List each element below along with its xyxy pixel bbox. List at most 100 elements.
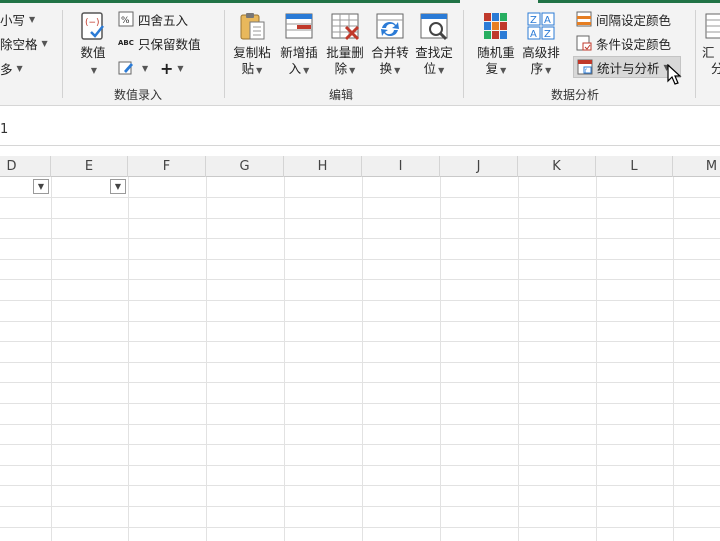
batch-delete-icon [329,10,361,42]
chevron-down-icon: ▼ [349,66,356,75]
random-repeat-button[interactable]: 随机重 复 ▼ [474,10,518,84]
advanced-sort-label: 高级排 [522,45,560,60]
find-locate-label: 查找定 [415,45,453,60]
find-locate-icon [418,10,450,42]
svg-text:(−): (−) [85,18,100,28]
insert-button[interactable]: 新增插 入 ▼ [277,10,321,84]
column-gridline [518,177,519,541]
find-locate-label-2: 位 [423,61,437,76]
random-repeat-label-2: 复 [485,61,499,76]
row-gridline [0,444,720,445]
round-button[interactable]: % 四舍五入 [118,8,188,30]
batch-delete-label-line2: 除 ▼ [335,61,356,79]
chevron-down-icon: ▼ [545,66,552,75]
chevron-down-icon: ▼ [90,66,98,75]
merge-convert-label-line2: 换 ▼ [380,61,401,79]
column-gridline [362,177,363,541]
merge-convert-label: 合并转 [371,45,409,60]
insert-label-line2: 入 ▼ [289,61,310,79]
interval-color-icon [576,11,592,27]
chevron-down-icon: ▼ [41,38,48,48]
column-header-d[interactable]: D [0,156,51,177]
batch-delete-button[interactable]: 批量删 除 ▼ [323,10,367,84]
round-label: 四舍五入 [138,12,189,28]
chevron-down-icon: ▼ [303,66,310,75]
summary-button[interactable]: 汇 分 [702,10,720,84]
merge-convert-icon [374,10,406,42]
column-header-l[interactable]: L [596,156,673,177]
svg-text:f: f [585,69,587,75]
row-gridline [0,238,720,239]
condition-color-label: 条件设定颜色 [596,36,672,52]
copy-paste-button[interactable]: 复制粘 贴 ▼ [230,10,274,84]
row-gridline [0,403,720,404]
column-headers: D E F G H I J K L M [0,156,720,177]
advanced-sort-icon: Z A A Z [525,10,557,42]
column-gridline [596,177,597,541]
row-gridline [0,362,720,363]
row-gridline [0,465,720,466]
add-button[interactable]: + ▼ [160,57,184,79]
abc-icon: ABC [118,39,134,47]
statistics-analysis-button[interactable]: f 统计与分析 ▼ [573,56,681,78]
column-gridline [206,177,207,541]
chevron-down-icon: ▼ [394,66,401,75]
column-gridline [128,177,129,541]
row-gridline [0,382,720,383]
row-gridline [0,424,720,425]
column-header-h[interactable]: H [284,156,362,177]
chevron-down-icon: ▼ [29,14,36,24]
random-repeat-label: 随机重 [477,45,515,60]
lowercase-button[interactable]: 小写 ▼ [0,8,35,30]
mouse-cursor-icon [667,63,683,86]
more-label: 多 [0,61,13,77]
remove-spaces-label: 除空格 [0,36,38,52]
formula-bar[interactable]: 1 [0,114,720,146]
add-label: + [160,58,174,78]
interval-color-button[interactable]: 间隔设定颜色 [576,8,671,30]
row-gridline [0,341,720,342]
filter-dropdown-d[interactable]: ▼ [33,179,49,194]
row-gridline [0,485,720,486]
insert-icon [283,10,315,42]
chevron-down-icon: ▼ [177,63,184,73]
cell-grid[interactable]: ▼ ▼ [0,177,720,541]
column-header-f[interactable]: F [128,156,206,177]
column-header-k[interactable]: K [518,156,596,177]
remove-spaces-button[interactable]: 除空格 ▼ [0,32,48,54]
group-label-analysis: 数据分析 [551,88,600,102]
more-button[interactable]: 多 ▼ [0,57,23,79]
copy-paste-label: 复制粘 [233,45,271,60]
group-divider [463,10,464,98]
active-tab-indicator [0,0,460,3]
condition-color-button[interactable]: 条件设定颜色 [576,32,671,54]
name-box[interactable]: 1 [0,122,8,137]
find-locate-button[interactable]: 查找定 位 ▼ [412,10,456,84]
column-header-j[interactable]: J [440,156,518,177]
batch-delete-label-2: 除 [334,61,348,76]
column-header-m[interactable]: M [673,156,720,177]
value-button[interactable]: (−) 数值 ▼ [72,10,114,84]
percent-icon: % [118,11,134,27]
row-gridline [0,300,720,301]
keep-value-button[interactable]: ABC 只保留数值 [118,32,201,54]
chevron-down-icon: ▼ [142,63,149,73]
group-label-edit: 编辑 [329,88,354,102]
chevron-down-icon: ▼ [500,66,507,75]
advanced-sort-button[interactable]: Z A A Z 高级排 序 ▼ [519,10,563,84]
filter-dropdown-e[interactable]: ▼ [110,179,126,194]
merge-convert-button[interactable]: 合并转 换 ▼ [368,10,412,84]
row-gridline [0,506,720,507]
svg-text:Z: Z [530,15,537,26]
value-icon: (−) [77,10,109,42]
svg-text:%: % [121,16,130,26]
statistics-analysis-label: 统计与分析 [597,60,660,76]
copy-paste-label-2: 贴 [241,61,255,76]
interval-color-label: 间隔设定颜色 [596,12,672,28]
column-header-g[interactable]: G [206,156,284,177]
edit-format-button[interactable]: ▼ [118,57,148,79]
column-header-e[interactable]: E [51,156,128,177]
column-header-i[interactable]: I [362,156,440,177]
column-gridline [673,177,674,541]
lowercase-label: 小写 [0,12,26,28]
